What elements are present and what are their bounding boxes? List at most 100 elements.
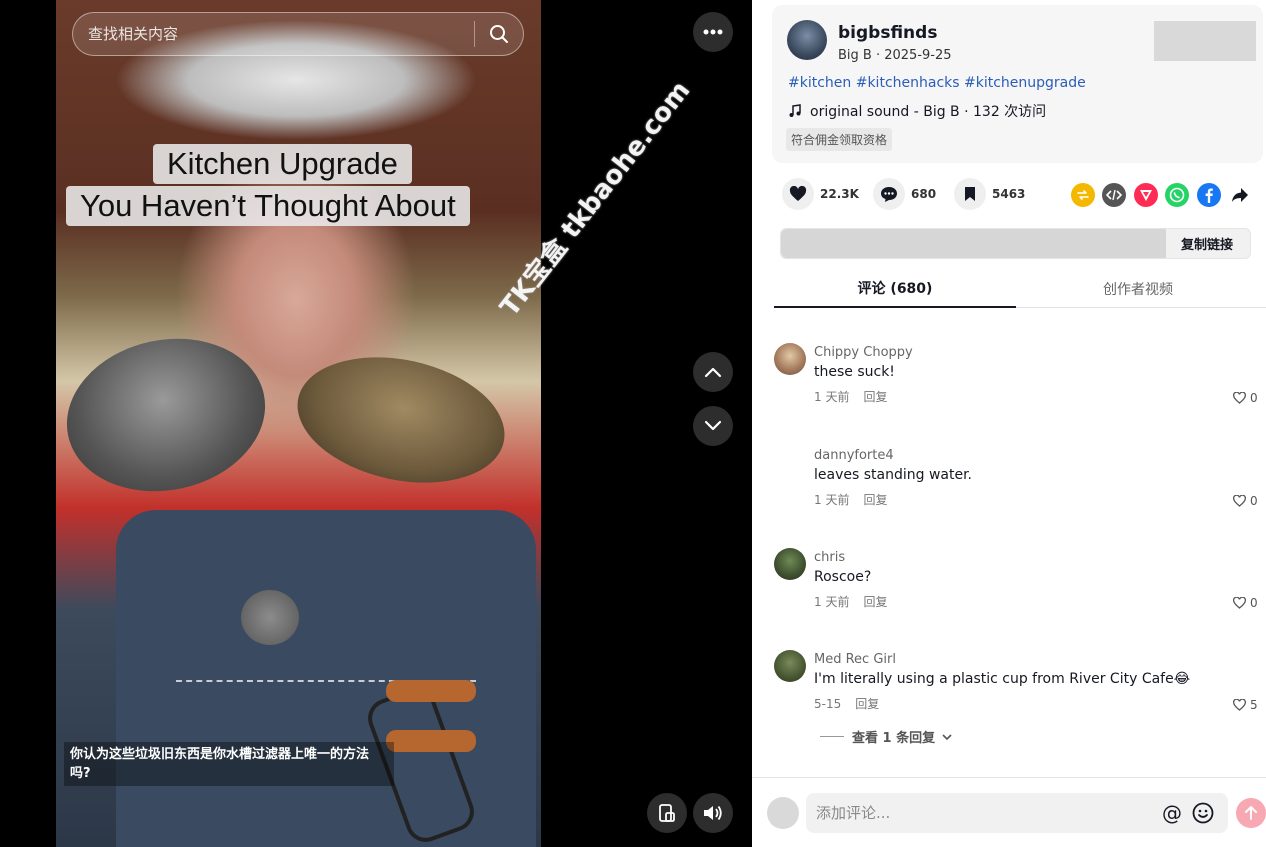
comment-like-count: 0 — [1250, 391, 1258, 405]
commenter-avatar[interactable] — [774, 650, 806, 682]
comment-text: I'm literally using a plastic cup from R… — [814, 671, 1191, 687]
video-frame[interactable] — [56, 0, 541, 847]
divider-dash — [820, 736, 844, 737]
link-row: 复制链接 — [780, 228, 1251, 259]
chevron-down-icon — [942, 733, 952, 740]
brass-strainer-graphic — [285, 339, 517, 501]
send-icon — [1134, 183, 1158, 207]
whatsapp-share-button[interactable] — [1165, 183, 1189, 207]
hashtags[interactable]: #kitchen #kitchenhacks #kitchenupgrade — [788, 75, 1086, 91]
like-button[interactable]: 22.3K — [782, 178, 859, 210]
comment-like-button[interactable]: 0 — [1233, 391, 1258, 405]
search-icon — [490, 25, 508, 43]
bookmark-icon — [965, 187, 975, 201]
commenter-name[interactable]: dannyforte4 — [814, 448, 894, 463]
heart-outline-icon — [1233, 392, 1246, 404]
app-root: Kitchen Upgrade You Haven’t Thought Abou… — [0, 0, 1266, 847]
sound-row[interactable]: original sound - Big B · 132 次访问 — [788, 101, 1046, 121]
embed-share-button[interactable] — [1102, 183, 1126, 207]
more-icon — [703, 29, 723, 35]
save-button[interactable]: 5463 — [954, 178, 1025, 210]
comment-like-count: 0 — [1250, 596, 1258, 610]
comment-time: 1 天前 — [814, 493, 850, 507]
tab-creator-videos[interactable]: 创作者视频 — [1017, 270, 1259, 308]
lapel-mic-graphic — [241, 590, 299, 645]
comment-icon-wrap — [873, 178, 905, 210]
mention-button[interactable]: @ — [1160, 801, 1184, 825]
search-button[interactable] — [475, 12, 523, 56]
mini-player-icon — [659, 804, 675, 822]
more-options-button[interactable] — [693, 12, 733, 52]
repost-bg — [1071, 183, 1095, 207]
arrow-up-icon — [1245, 806, 1257, 820]
comment-text: Roscoe? — [814, 569, 872, 585]
next-video-button[interactable] — [693, 406, 733, 446]
author-avatar[interactable] — [787, 20, 827, 60]
emoji-button[interactable] — [1191, 801, 1215, 825]
reply-button[interactable]: 回复 — [863, 595, 887, 609]
chevron-up-icon — [704, 367, 722, 378]
whatsapp-icon — [1165, 183, 1189, 207]
post-comment-button[interactable] — [1236, 798, 1266, 828]
comment-time: 5-15 — [814, 697, 842, 711]
copy-link-button[interactable]: 复制链接 — [1164, 229, 1250, 258]
commenter-avatar[interactable] — [774, 343, 806, 375]
commenter-avatar[interactable] — [774, 548, 806, 580]
reply-button[interactable]: 回复 — [855, 697, 879, 711]
volume-icon — [704, 805, 722, 821]
view-replies-label: 查看 1 条回复 — [852, 731, 936, 746]
commenter-name[interactable]: chris — [814, 550, 845, 565]
commenter-name[interactable]: Chippy Choppy — [814, 345, 913, 360]
commenter-name[interactable]: Med Rec Girl — [814, 652, 896, 667]
comment-count: 680 — [911, 187, 937, 201]
chevron-down-icon — [704, 420, 722, 431]
mini-player-button[interactable] — [647, 793, 687, 833]
search-input[interactable] — [73, 25, 474, 43]
comment-like-count: 0 — [1250, 494, 1258, 508]
sound-label: original sound - Big B · 132 次访问 — [810, 104, 1047, 120]
facebook-icon — [1197, 183, 1221, 207]
steel-strainer-graphic — [56, 320, 280, 510]
like-icon-wrap — [782, 178, 814, 210]
emoji-icon — [1192, 802, 1214, 824]
view-replies-button[interactable]: 查看 1 条回复 — [820, 727, 953, 746]
author-name[interactable]: bigbsfinds — [838, 23, 937, 43]
repost-icon — [1071, 183, 1095, 207]
save-count: 5463 — [992, 187, 1026, 201]
repost-share-button[interactable] — [1071, 183, 1095, 207]
video-caption: 你认为这些垃圾旧东西是你水槽过滤器上唯一的方法吗? — [64, 742, 394, 786]
save-icon-wrap — [954, 178, 986, 210]
reply-button[interactable]: 回复 — [863, 390, 887, 404]
tab-bar: 评论 (680) 创作者视频 — [774, 270, 1266, 308]
previous-video-button[interactable] — [693, 352, 733, 392]
comment-like-button[interactable]: 0 — [1233, 494, 1258, 508]
reply-button[interactable]: 回复 — [863, 493, 887, 507]
volume-button[interactable] — [693, 793, 733, 833]
overlay-title-line2: You Haven’t Thought About — [66, 186, 470, 226]
comment-like-button[interactable]: 0 — [1233, 596, 1258, 610]
comment-input[interactable] — [816, 793, 1146, 833]
send-share-button[interactable] — [1134, 183, 1158, 207]
comment-button[interactable]: 680 — [873, 178, 936, 210]
comment-meta: 1 天前 回复 — [814, 491, 887, 508]
heart-outline-icon — [1233, 597, 1246, 609]
comment-like-button[interactable]: 5 — [1233, 698, 1258, 712]
current-user-avatar — [767, 797, 799, 829]
tab-comments[interactable]: 评论 (680) — [774, 270, 1016, 308]
heart-icon — [789, 186, 807, 201]
more-share-button[interactable] — [1228, 183, 1252, 207]
video-link-field[interactable] — [781, 229, 1166, 258]
comment-icon — [881, 186, 897, 202]
comment-meta: 5-15 回复 — [814, 695, 879, 712]
comment-text: leaves standing water. — [814, 467, 972, 483]
comment-input-box: @ — [806, 793, 1228, 833]
comment-meta: 1 天前 回复 — [814, 593, 887, 610]
follow-button-placeholder[interactable] — [1154, 21, 1256, 61]
at-icon: @ — [1162, 801, 1182, 825]
comment-time: 1 天前 — [814, 390, 850, 404]
post-info-card: bigbsfinds Big B · 2025-9-25 #kitchen #k… — [772, 5, 1263, 163]
music-note-icon — [789, 104, 801, 117]
facebook-share-button[interactable] — [1197, 183, 1221, 207]
details-panel: bigbsfinds Big B · 2025-9-25 #kitchen #k… — [752, 0, 1266, 847]
action-bar: 22.3K 680 5463 — [782, 178, 1252, 212]
